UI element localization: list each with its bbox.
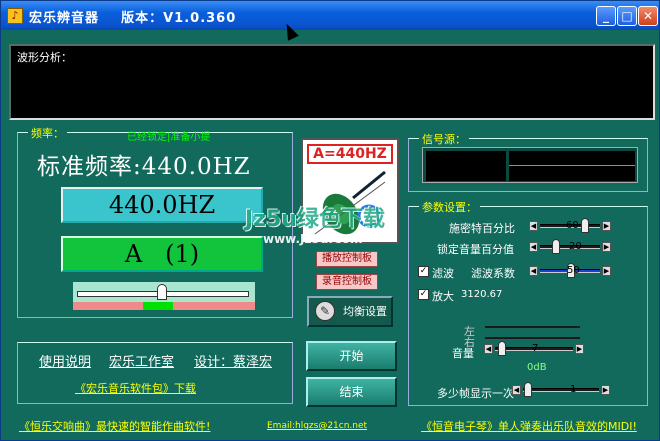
db-label: 0dB [527, 362, 547, 373]
current-frequency-display: 440.0HZ [61, 187, 263, 223]
tuner-needle [157, 284, 167, 300]
volume-slider[interactable]: ◀ 7 ▶ [484, 341, 586, 356]
standard-frequency: 标准频率:440.0HZ [37, 154, 251, 180]
lock-volume-value: 20 [569, 241, 582, 252]
app-icon: ♪ [7, 8, 23, 24]
lock-volume-slider[interactable]: ◀ 20 ▶ [529, 239, 613, 254]
studio-link[interactable]: 宏乐工作室 [109, 351, 174, 370]
filter-label: 滤波 [432, 267, 454, 280]
window-title: 宏乐辨音器 版本：V1.0.360 [29, 11, 237, 26]
lock-status: 已经锁定|准备小提 [127, 132, 211, 143]
manual-link[interactable]: 使用说明 [39, 351, 91, 370]
frames-label: 多少帧显示一次 [437, 387, 514, 400]
frequency-group-title: 频率： [28, 125, 67, 141]
params-group: 参数设置： [408, 199, 648, 406]
left-channel-meter [485, 326, 580, 328]
a440-label: A=440HZ [307, 144, 393, 164]
signal-trace [509, 165, 635, 166]
tuning-indicator [73, 282, 255, 310]
eq-settings-label: 均衡设置 [343, 305, 387, 318]
package-download-link[interactable]: 《宏乐音乐软件包》下载 [75, 380, 196, 396]
filter-coeff-label: 滤波系数 [471, 267, 515, 280]
email-link[interactable]: Email:hlgzs@21cn.net [267, 421, 367, 431]
eq-settings-button[interactable]: ✎ 均衡设置 [307, 296, 393, 327]
volume-label: 音量 [452, 347, 474, 360]
filter-checkbox[interactable]: ✓ [418, 266, 429, 277]
threshold-slider[interactable]: ◀ 60 ▶ [529, 218, 613, 233]
frames-value: 1 [570, 384, 577, 395]
watermark: Jz5u绿色下载 [245, 207, 385, 232]
filter-coeff-value: 50 [567, 265, 580, 276]
lock-volume-label: 锁定音量百分值 [437, 243, 514, 256]
signal-group-title: 信号源： [419, 131, 469, 147]
signal-left-meter [426, 151, 506, 181]
amplify-label: 放大 [432, 290, 454, 303]
waveform-display: 波形分析： [9, 44, 655, 120]
signal-display [422, 147, 638, 183]
frames-slider[interactable]: ◀ 1 ▶ [512, 382, 612, 397]
symphony-link[interactable]: 《恒乐交响曲》最快速的智能作曲软件! [19, 418, 210, 434]
main-window: ♪ 宏乐辨音器 版本：V1.0.360 _ □ ✕ 波形分析： 频率： 已经锁定… [0, 0, 660, 441]
stop-button[interactable]: 结束 [306, 377, 397, 407]
wrench-icon: ✎ [315, 301, 335, 321]
close-button[interactable]: ✕ [638, 6, 658, 26]
note-display: A (1) [61, 236, 263, 272]
threshold-value: 60 [566, 220, 579, 231]
volume-thumb[interactable] [498, 341, 506, 356]
volume-value: 7 [532, 343, 539, 354]
amplify-value: 3120.67 [461, 289, 503, 300]
playback-panel-button[interactable]: 播放控制板 [316, 251, 378, 267]
frames-thumb[interactable] [524, 382, 532, 397]
threshold-label: 施密特百分比 [449, 222, 515, 235]
filter-coeff-slider[interactable]: ◀ 50 ▶ [529, 263, 613, 278]
title-bar[interactable]: ♪ 宏乐辨音器 版本：V1.0.360 _ □ ✕ [1, 1, 659, 30]
waveform-label: 波形分析： [17, 51, 72, 64]
tuner-in-tune-zone [143, 302, 173, 310]
threshold-thumb[interactable] [581, 218, 589, 233]
keyboard-link[interactable]: 《恒音电子琴》单人弹奏出乐队音效的MIDI! [421, 418, 637, 434]
lock-volume-thumb[interactable] [552, 239, 560, 254]
amplify-checkbox[interactable]: ✓ [418, 289, 429, 300]
designer-credit[interactable]: 设计：蔡泽宏 [194, 351, 272, 370]
watermark-url: www.Jz5u.Com [263, 232, 363, 246]
signal-right-meter [509, 151, 635, 181]
start-button[interactable]: 开始 [306, 341, 397, 371]
params-group-title: 参数设置： [419, 199, 480, 215]
minimize-button[interactable]: _ [596, 6, 616, 26]
record-panel-button[interactable]: 录音控制板 [316, 274, 378, 290]
right-channel-meter [485, 337, 580, 339]
maximize-button[interactable]: □ [617, 6, 637, 26]
